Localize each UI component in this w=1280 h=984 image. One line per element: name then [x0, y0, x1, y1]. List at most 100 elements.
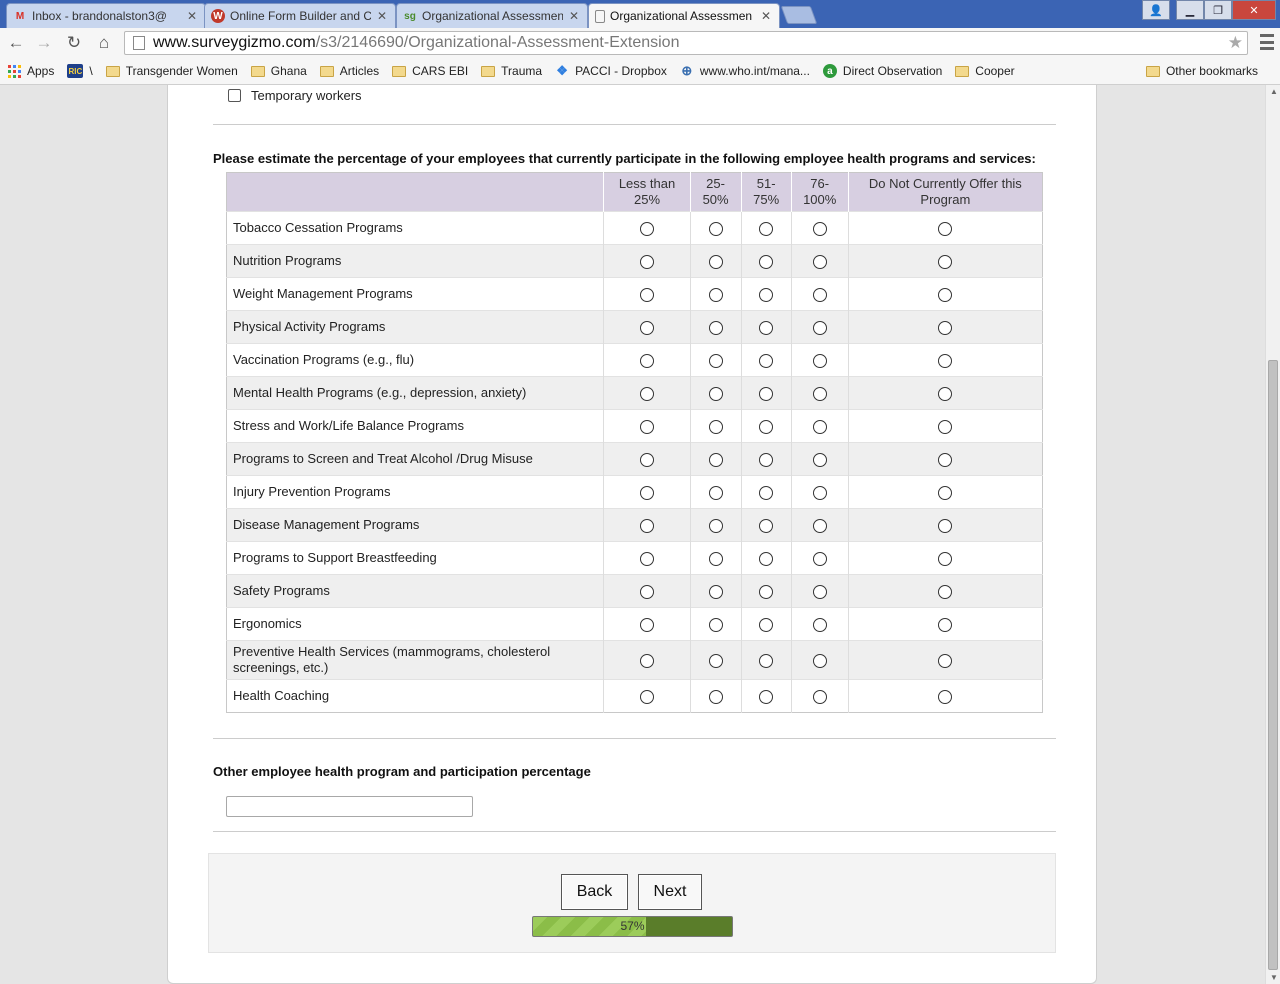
close-icon[interactable]: ✕ — [759, 9, 773, 23]
other-bookmarks[interactable]: Other bookmarks — [1145, 64, 1258, 78]
temporary-workers-option[interactable]: Temporary workers — [228, 88, 362, 103]
radio-button[interactable] — [759, 254, 774, 269]
bookmark-cooper[interactable]: Cooper — [955, 64, 1015, 78]
radio-button[interactable] — [759, 653, 774, 668]
close-window-button[interactable]: ✕ — [1232, 0, 1276, 20]
radio-button[interactable] — [812, 254, 827, 269]
radio-button[interactable] — [640, 419, 654, 434]
radio-button[interactable] — [759, 386, 774, 401]
bookmark-trauma[interactable]: Trauma — [481, 64, 542, 78]
radio-button[interactable] — [938, 452, 953, 467]
radio-button[interactable] — [708, 254, 723, 269]
scroll-down-icon[interactable]: ▼ — [1270, 973, 1278, 982]
forward-arrow-icon[interactable]: → — [32, 32, 56, 54]
bookmark-ric[interactable]: RIC \ — [67, 64, 93, 78]
radio-button[interactable] — [812, 518, 827, 533]
radio-button[interactable] — [708, 518, 723, 533]
radio-button[interactable] — [640, 386, 654, 401]
bookmark-apps[interactable]: Apps — [8, 64, 54, 78]
radio-button[interactable] — [812, 221, 827, 236]
close-icon[interactable]: ✕ — [567, 9, 581, 23]
new-tab-button[interactable] — [780, 6, 818, 24]
radio-button[interactable] — [812, 653, 827, 668]
next-button[interactable]: Next — [638, 874, 702, 910]
bookmark-articles[interactable]: Articles — [319, 64, 379, 78]
radio-button[interactable] — [938, 653, 953, 668]
scroll-up-icon[interactable]: ▲ — [1270, 87, 1278, 96]
radio-button[interactable] — [640, 221, 654, 236]
radio-button[interactable] — [759, 287, 774, 302]
radio-button[interactable] — [708, 485, 723, 500]
star-icon[interactable]: ★ — [1228, 33, 1243, 53]
radio-button[interactable] — [640, 689, 654, 704]
radio-button[interactable] — [938, 689, 953, 704]
radio-button[interactable] — [708, 689, 723, 704]
radio-button[interactable] — [708, 419, 723, 434]
radio-button[interactable] — [708, 386, 723, 401]
temporary-workers-checkbox[interactable] — [228, 89, 241, 102]
radio-button[interactable] — [812, 386, 827, 401]
radio-button[interactable] — [759, 584, 774, 599]
radio-button[interactable] — [938, 617, 953, 632]
radio-button[interactable] — [938, 551, 953, 566]
radio-button[interactable] — [938, 386, 953, 401]
radio-button[interactable] — [759, 353, 774, 368]
radio-button[interactable] — [640, 551, 654, 566]
back-arrow-icon[interactable]: ← — [4, 32, 28, 54]
reload-icon[interactable]: ↻ — [62, 32, 86, 54]
radio-button[interactable] — [640, 653, 654, 668]
radio-button[interactable] — [938, 287, 953, 302]
radio-button[interactable] — [938, 254, 953, 269]
radio-button[interactable] — [708, 551, 723, 566]
close-icon[interactable]: ✕ — [185, 9, 199, 23]
scrollbar-thumb[interactable] — [1268, 360, 1278, 970]
radio-button[interactable] — [640, 584, 654, 599]
bookmark-ghana[interactable]: Ghana — [250, 64, 307, 78]
radio-button[interactable] — [759, 551, 774, 566]
radio-button[interactable] — [812, 689, 827, 704]
radio-button[interactable] — [708, 653, 723, 668]
radio-button[interactable] — [938, 485, 953, 500]
radio-button[interactable] — [812, 485, 827, 500]
radio-button[interactable] — [812, 353, 827, 368]
radio-button[interactable] — [640, 452, 654, 467]
radio-button[interactable] — [708, 584, 723, 599]
radio-button[interactable] — [708, 320, 723, 335]
bookmark-who[interactable]: ⊕ www.who.int/mana... — [680, 63, 810, 78]
bookmark-pacci-dropbox[interactable]: ❖ PACCI - Dropbox — [555, 63, 667, 78]
tab-org-assessment-1[interactable]: sg Organizational Assessmen ✕ — [396, 3, 588, 28]
radio-button[interactable] — [708, 353, 723, 368]
maximize-button[interactable]: ❐ — [1204, 0, 1232, 20]
vertical-scrollbar[interactable]: ▲ ▼ — [1265, 85, 1280, 984]
radio-button[interactable] — [938, 353, 953, 368]
radio-button[interactable] — [759, 617, 774, 632]
tab-gmail[interactable]: M Inbox - brandonalston3@ ✕ — [6, 3, 206, 28]
back-button[interactable]: Back — [561, 874, 628, 910]
radio-button[interactable] — [708, 287, 723, 302]
tab-form-builder[interactable]: W Online Form Builder and C ✕ — [204, 3, 396, 28]
radio-button[interactable] — [812, 617, 827, 632]
radio-button[interactable] — [759, 419, 774, 434]
radio-button[interactable] — [708, 452, 723, 467]
radio-button[interactable] — [640, 353, 654, 368]
radio-button[interactable] — [812, 320, 827, 335]
radio-button[interactable] — [938, 518, 953, 533]
bookmark-direct-observation[interactable]: a Direct Observation — [822, 64, 942, 78]
radio-button[interactable] — [640, 320, 654, 335]
radio-button[interactable] — [812, 551, 827, 566]
radio-button[interactable] — [812, 287, 827, 302]
radio-button[interactable] — [759, 221, 774, 236]
radio-button[interactable] — [812, 452, 827, 467]
radio-button[interactable] — [938, 221, 953, 236]
radio-button[interactable] — [938, 584, 953, 599]
user-icon[interactable]: 👤 — [1142, 0, 1170, 20]
radio-button[interactable] — [640, 254, 654, 269]
home-icon[interactable]: ⌂ — [92, 32, 116, 54]
radio-button[interactable] — [812, 419, 827, 434]
other-program-input[interactable] — [226, 796, 473, 817]
radio-button[interactable] — [759, 518, 774, 533]
radio-button[interactable] — [640, 287, 654, 302]
radio-button[interactable] — [938, 419, 953, 434]
close-icon[interactable]: ✕ — [375, 9, 389, 23]
bookmark-transgender-women[interactable]: Transgender Women — [105, 64, 238, 78]
